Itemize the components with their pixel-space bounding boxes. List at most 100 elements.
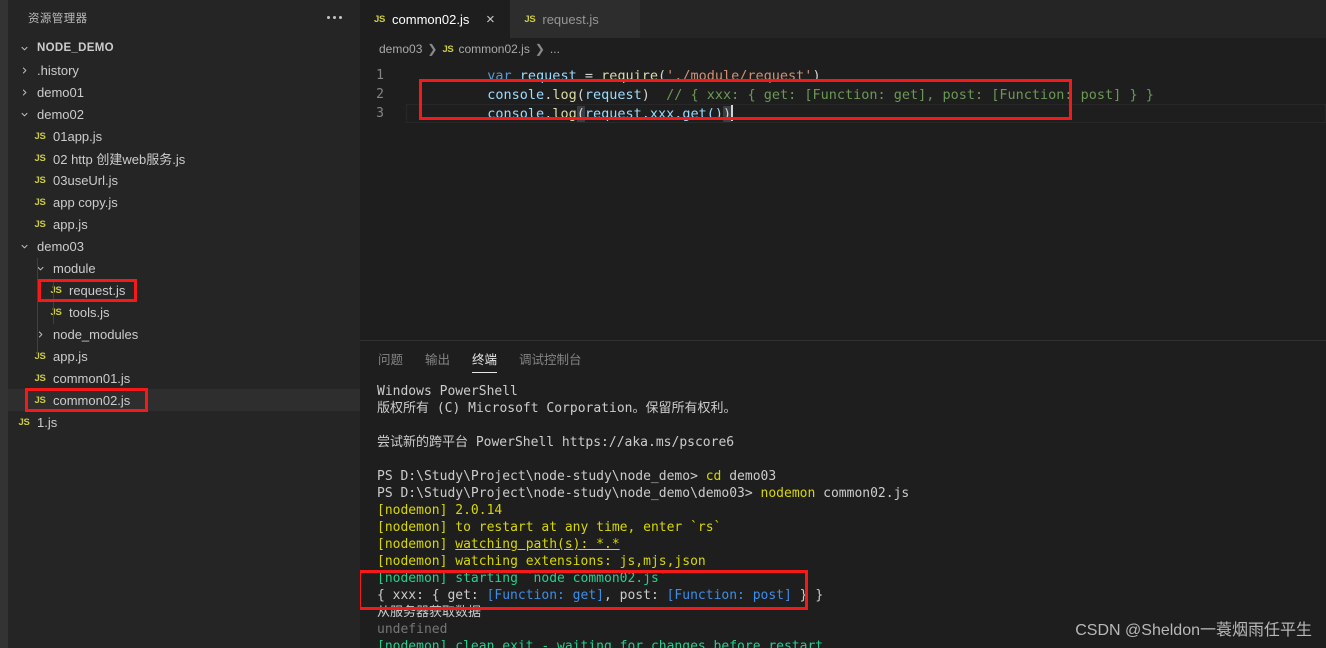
tree-root-node-demo[interactable]: NODE_DEMO xyxy=(8,37,360,59)
chevron-right-icon[interactable] xyxy=(32,329,48,340)
program-output-undefined: undefined xyxy=(377,622,448,637)
tree-item-app-js[interactable]: JS app.js xyxy=(8,345,360,367)
code-token-paren: ) xyxy=(723,106,732,122)
terminal-output[interactable]: Windows PowerShell 版权所有 (C) Microsoft Co… xyxy=(360,375,1326,648)
terminal-line: 版权所有 (C) Microsoft Corporation。保留所有权利。 xyxy=(377,401,737,416)
nodemon-tag: [nodemon] xyxy=(377,520,456,535)
explorer-sidebar: 资源管理器 NODE_DEMO .history demo01 demo02 JS 01… xyxy=(8,0,360,648)
chevron-right-icon: ❯ xyxy=(534,42,545,56)
nodemon-line: [nodemon] starting `node common02.js` xyxy=(377,570,1326,587)
tab-problems[interactable]: 问题 xyxy=(378,341,403,375)
breadcrumb-item-file[interactable]: common02.js xyxy=(458,42,529,56)
terminal-command: cd xyxy=(705,469,722,484)
js-file-icon: JS xyxy=(34,174,46,186)
tree-item-03useurl-js[interactable]: JS 03useUrl.js xyxy=(8,169,360,191)
tree-item-app-copy-js[interactable]: JS app copy.js xyxy=(8,191,360,213)
tree-item-demo02[interactable]: demo02 xyxy=(8,103,360,125)
js-file-icon: JS xyxy=(34,218,46,230)
tab-common02-js[interactable]: JS common02.js × xyxy=(360,0,511,38)
chevron-down-icon[interactable] xyxy=(16,109,32,120)
tree-item-tools-js[interactable]: JS tools.js xyxy=(8,301,360,323)
js-file-icon: JS xyxy=(524,13,536,25)
chevron-down-icon[interactable] xyxy=(16,241,32,252)
terminal-line: 尝试新的跨平台 PowerShell https://aka.ms/pscore… xyxy=(377,435,735,450)
code-token-console: console xyxy=(487,106,545,122)
js-file-icon: JS xyxy=(50,306,62,318)
chevron-right-icon[interactable] xyxy=(16,65,32,76)
terminal-prompt-path: PS D:\Study\Project\node-study\node_demo… xyxy=(377,486,761,501)
tree-item-label: request.js xyxy=(69,282,126,298)
vscode-window: 资源管理器 NODE_DEMO .history demo01 demo02 JS 01… xyxy=(0,0,1326,648)
tree-item-app-js[interactable]: JS app.js xyxy=(8,213,360,235)
nodemon-line: [nodemon] 2.0.14 xyxy=(377,502,1326,519)
page-title: 资源管理器 xyxy=(28,12,88,25)
terminal-command: nodemon xyxy=(760,486,816,501)
terminal-panel: 问题 输出 终端 调试控制台 Windows PowerShell 版权所有 (… xyxy=(360,340,1326,648)
tree-item-label: module xyxy=(53,260,96,276)
tab-request-js[interactable]: JS request.js × xyxy=(510,0,640,38)
js-file-icon: JS xyxy=(374,13,386,25)
chevron-right-icon[interactable] xyxy=(16,87,32,98)
explorer-header: 资源管理器 xyxy=(8,0,360,35)
tree-item-label: app.js xyxy=(53,348,88,364)
nodemon-tag: [nodemon] xyxy=(377,537,456,552)
tab-label: common02.js xyxy=(392,11,470,27)
nodemon-line: [nodemon] watching path(s): *.* xyxy=(377,536,1326,553)
nodemon-text: to restart at any time, enter `rs` xyxy=(455,520,722,535)
tree-item-label: 03useUrl.js xyxy=(53,172,119,188)
tab-output[interactable]: 输出 xyxy=(425,341,450,375)
tree-item-demo01[interactable]: demo01 xyxy=(8,81,360,103)
line-number: 1 xyxy=(376,68,384,83)
file-tree: NODE_DEMO .history demo01 demo02 JS 01app.js… xyxy=(8,35,360,433)
activity-bar[interactable] xyxy=(0,0,8,648)
js-file-icon: JS xyxy=(34,350,46,362)
tree-item-demo03[interactable]: demo03 xyxy=(8,235,360,257)
program-output-chinese: 从服务器获取数据 xyxy=(377,605,482,620)
tree-item-02-http-web-js[interactable]: JS 02 http 创建web服务.js xyxy=(8,147,360,169)
panel-tabs: 问题 输出 终端 调试控制台 xyxy=(360,341,1326,375)
nodemon-exit-line: [nodemon] clean exit - waiting for chang… xyxy=(377,638,1326,648)
nodemon-tag: [nodemon] xyxy=(377,571,456,586)
js-file-icon: JS xyxy=(34,372,46,384)
tree-item-label: .history xyxy=(37,62,79,78)
line-number: 3 xyxy=(376,106,384,121)
terminal-line: Windows PowerShell xyxy=(377,384,518,399)
tree-item-request-js[interactable]: JS request.js xyxy=(8,279,360,301)
tree-item-module[interactable]: module xyxy=(8,257,360,279)
tree-item-1-js[interactable]: JS 1.js xyxy=(8,411,360,433)
ellipsis-icon[interactable] xyxy=(321,12,348,23)
breadcrumb-item-symbols[interactable]: ... xyxy=(550,42,560,56)
tree-item-label: demo01 xyxy=(37,84,84,100)
tree-item--history[interactable]: .history xyxy=(8,59,360,81)
terminal-command-arg: common02.js xyxy=(815,486,910,501)
output-function-get: [Function: get] xyxy=(486,588,604,603)
tree-item-01app-js[interactable]: JS 01app.js xyxy=(8,125,360,147)
output-function-post: [Function: post] xyxy=(666,588,792,603)
tree-item-label: app.js xyxy=(53,216,88,232)
nodemon-text: clean exit - waiting for changes before … xyxy=(455,639,824,648)
js-file-icon: JS xyxy=(50,284,62,296)
nodemon-tag: [nodemon] xyxy=(377,639,456,648)
tree-item-label: common02.js xyxy=(53,392,131,408)
chevron-down-icon xyxy=(16,43,32,54)
tree-item-common01-js[interactable]: JS common01.js xyxy=(8,367,360,389)
editor-tabs: JS common02.js × JS request.js × xyxy=(360,0,1326,38)
tab-debug-console[interactable]: 调试控制台 xyxy=(519,341,582,375)
terminal-prompt-path: PS D:\Study\Project\node-study\node_demo… xyxy=(377,469,706,484)
close-icon[interactable]: × xyxy=(482,12,498,27)
tab-terminal[interactable]: 终端 xyxy=(472,341,498,375)
breadcrumb-item-folder[interactable]: demo03 xyxy=(379,42,422,56)
tree-root-label: NODE_DEMO xyxy=(37,42,114,54)
tree-item-node-modules[interactable]: node_modules xyxy=(8,323,360,345)
tree-item-label: tools.js xyxy=(69,304,110,320)
tree-item-label: demo02 xyxy=(37,106,84,122)
nodemon-text: watching path(s): *.* xyxy=(455,537,620,552)
tree-item-common02-js[interactable]: JS common02.js xyxy=(8,389,360,411)
chevron-down-icon[interactable] xyxy=(32,263,48,274)
tree-item-label: common01.js xyxy=(53,370,131,386)
terminal-prompt-line-2: PS D:\Study\Project\node-study\node_demo… xyxy=(377,485,1326,502)
nodemon-line: [nodemon] watching extensions: js,mjs,js… xyxy=(377,553,1326,570)
code-editor[interactable]: 1 var request = require('./module/reques… xyxy=(360,60,1326,340)
